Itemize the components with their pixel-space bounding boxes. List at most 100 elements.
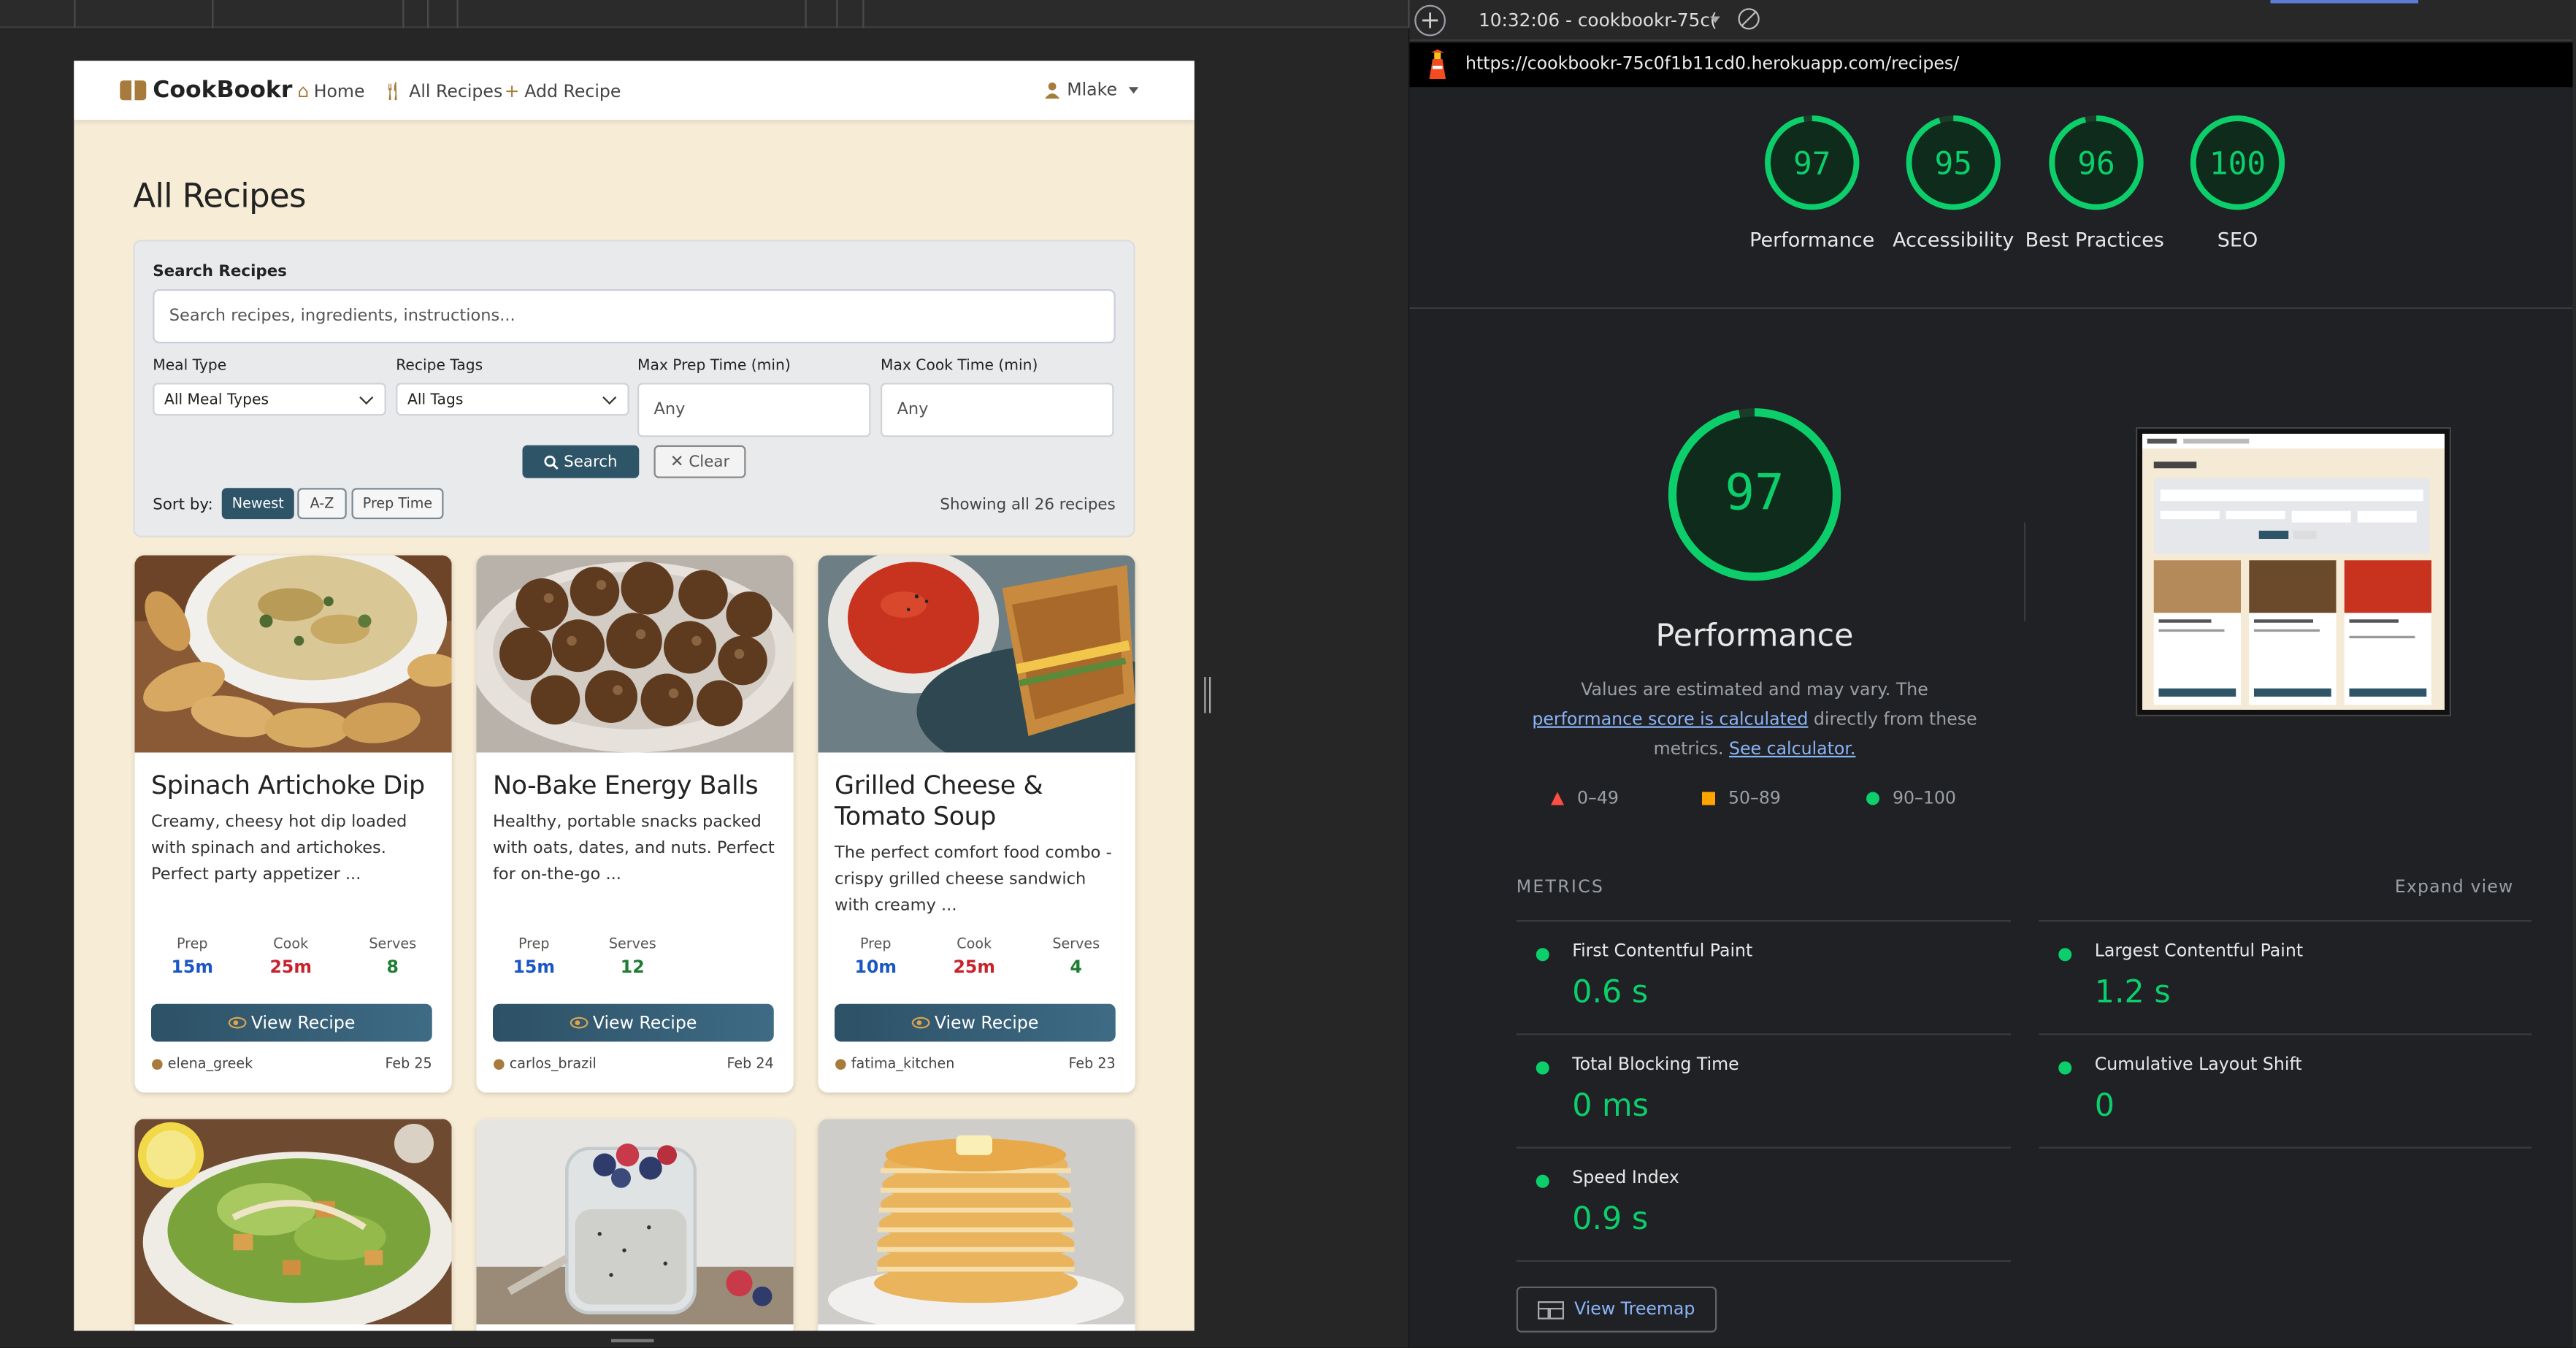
author: ● fatima_kitchen [835, 1057, 954, 1073]
expand-view-toggle[interactable]: Expand view [2395, 878, 2514, 897]
stat-value: 15m [171, 957, 214, 978]
recipe-stats: Prep 15m Serves 12 [493, 937, 775, 989]
recipe-image-grilled-cheese[interactable] [818, 555, 1135, 753]
divider [2039, 1033, 2532, 1035]
seo-score: 100 [2209, 146, 2266, 183]
recipe-image-pancakes[interactable] [818, 1119, 1135, 1325]
clear-reports-icon[interactable] [1738, 8, 1760, 30]
metrics-heading: METRICS [1516, 877, 1605, 897]
circle-icon [1536, 948, 1549, 962]
recipe-image-chia-pudding[interactable] [476, 1119, 794, 1325]
meal-type-label: Meal Type [153, 358, 227, 375]
recipe-title[interactable]: Spinach Artichoke Dip [151, 770, 440, 802]
best-practices-label[interactable]: Best Practices [2012, 225, 2177, 255]
score-calculated-link[interactable]: performance score is calculated [1532, 710, 1808, 729]
stat-prep: Prep 15m [151, 937, 234, 978]
search-label: Search Recipes [153, 263, 287, 281]
accessibility-gauge[interactable]: 95 [1904, 113, 2003, 212]
meal-type-select[interactable]: All Meal Types [153, 383, 386, 416]
performance-title: Performance [1655, 618, 1854, 654]
user-icon: ● [151, 1056, 164, 1073]
seo-label[interactable]: SEO [2155, 225, 2320, 255]
circle-icon [2058, 948, 2072, 962]
sort-label: Sort by: [153, 496, 213, 515]
nav-all-recipes[interactable]: 🍴︎ All Recipes [381, 80, 502, 102]
author-name: elena_greek [167, 1056, 253, 1073]
chevron-down-icon[interactable] [1710, 16, 1720, 23]
author-name: fatima_kitchen [851, 1056, 955, 1073]
pane-resize-handle[interactable] [1204, 677, 1211, 713]
recipe-stats: Prep 10m Cook 25m Serves 4 [835, 937, 1117, 989]
metric-value: 0 [2094, 1087, 2115, 1125]
metric-name: Cumulative Layout Shift [2094, 1054, 2302, 1075]
stat-cook: Cook 25m [250, 937, 332, 978]
max-prep-label: Max Prep Time (min) [637, 358, 791, 375]
circle-icon [1866, 792, 1879, 805]
stat-value: 15m [513, 957, 556, 978]
recipe-description: Creamy, cheesy hot dip loaded with spina… [151, 813, 407, 884]
stat-label: Prep [176, 936, 208, 954]
sort-newest-button[interactable]: Newest [221, 488, 294, 519]
report-url[interactable]: https://cookbookr-75c0f1b11cd0.herokuapp… [1465, 54, 1959, 74]
brand-name: CookBookr [153, 77, 293, 104]
recipe-card: Grilled Cheese & Tomato Soup The perfect… [818, 555, 1135, 1093]
divider [1516, 1146, 2011, 1149]
recipe-image-caesar-salad[interactable] [134, 1119, 452, 1325]
recipe-stats: Prep 15m Cook 25m Serves 8 [151, 937, 434, 989]
performance-gauge[interactable]: 97 [1763, 113, 1861, 212]
recipe-image-energy-balls[interactable] [476, 555, 794, 753]
nav-home[interactable]: ⌂ Home [297, 80, 364, 102]
home-icon: ⌂ [297, 80, 309, 102]
view-recipe-button[interactable]: View Recipe [493, 1003, 774, 1042]
see-calculator-link[interactable]: See calculator. [1729, 740, 1855, 759]
nav-home-label: Home [313, 81, 365, 102]
best-practices-gauge[interactable]: 96 [2047, 113, 2146, 212]
metric-name: First Contentful Paint [1572, 941, 1753, 962]
divider [1516, 1033, 2011, 1035]
stat-label: Cook [957, 936, 992, 954]
nav-add-recipe[interactable]: + Add Recipe [505, 80, 621, 102]
view-recipe-label: View Recipe [934, 1013, 1039, 1033]
sort-prep-button[interactable]: Prep Time [351, 488, 444, 519]
stat-serves: Serves 4 [1035, 937, 1118, 978]
stat-cook: Cook 25m [933, 937, 1016, 978]
view-recipe-button[interactable]: View Recipe [835, 1003, 1116, 1042]
max-prep-input[interactable]: Any [637, 383, 871, 437]
divider [1516, 1260, 2011, 1262]
final-screenshot-thumbnail[interactable] [2136, 427, 2451, 716]
sort-az-button[interactable]: A-Z [297, 488, 347, 519]
bottom-resize-handle[interactable] [611, 1339, 654, 1343]
metric-name: Largest Contentful Paint [2094, 941, 2304, 962]
circle-icon [1536, 1174, 1549, 1188]
eye-icon [570, 1016, 589, 1029]
search-icon [544, 454, 559, 470]
recipe-image-spinach-dip[interactable] [134, 555, 452, 753]
seo-gauge[interactable]: 100 [2188, 113, 2287, 212]
recipe-title[interactable]: Grilled Cheese & Tomato Soup [835, 770, 1124, 833]
recipe-title[interactable]: No-Bake Energy Balls [493, 770, 782, 802]
lighthouse-toolbar: + 10:32:06 - cookbookr-75c( [1409, 0, 2576, 42]
search-input[interactable]: Search recipes, ingredients, instruction… [153, 289, 1116, 344]
nav-all-recipes-label: All Recipes [409, 81, 503, 102]
new-report-button[interactable]: + [1414, 4, 1446, 37]
view-treemap-button[interactable]: View Treemap [1516, 1286, 1717, 1333]
recipe-date: Feb 25 [385, 1056, 432, 1073]
meal-type-value: All Meal Types [164, 392, 269, 410]
metric-value: 1.2 s [2094, 974, 2171, 1011]
search-button[interactable]: Search [522, 445, 640, 478]
report-selector[interactable]: 10:32:06 - cookbookr-75c( [1479, 10, 1717, 31]
view-recipe-button[interactable]: View Recipe [151, 1003, 432, 1042]
recipe-card [818, 1119, 1135, 1331]
brand-logo[interactable]: CookBookr [120, 77, 292, 104]
recipe-card [134, 1119, 452, 1331]
accessibility-label[interactable]: Accessibility [1871, 225, 2036, 255]
performance-label[interactable]: Performance [1730, 225, 1894, 255]
author-name: carlos_brazil [509, 1056, 597, 1073]
performance-note: Values are estimated and may vary. The p… [1525, 675, 1985, 765]
recipe-card: Spinach Artichoke Dip Creamy, cheesy hot… [134, 555, 452, 1093]
max-cook-input[interactable]: Any [881, 383, 1114, 437]
user-menu[interactable]: Mlake [1045, 80, 1139, 100]
clear-button[interactable]: ✕ Clear [653, 445, 746, 478]
tags-select[interactable]: All Tags [396, 383, 629, 416]
legend-average-label: 50–89 [1728, 789, 1781, 808]
